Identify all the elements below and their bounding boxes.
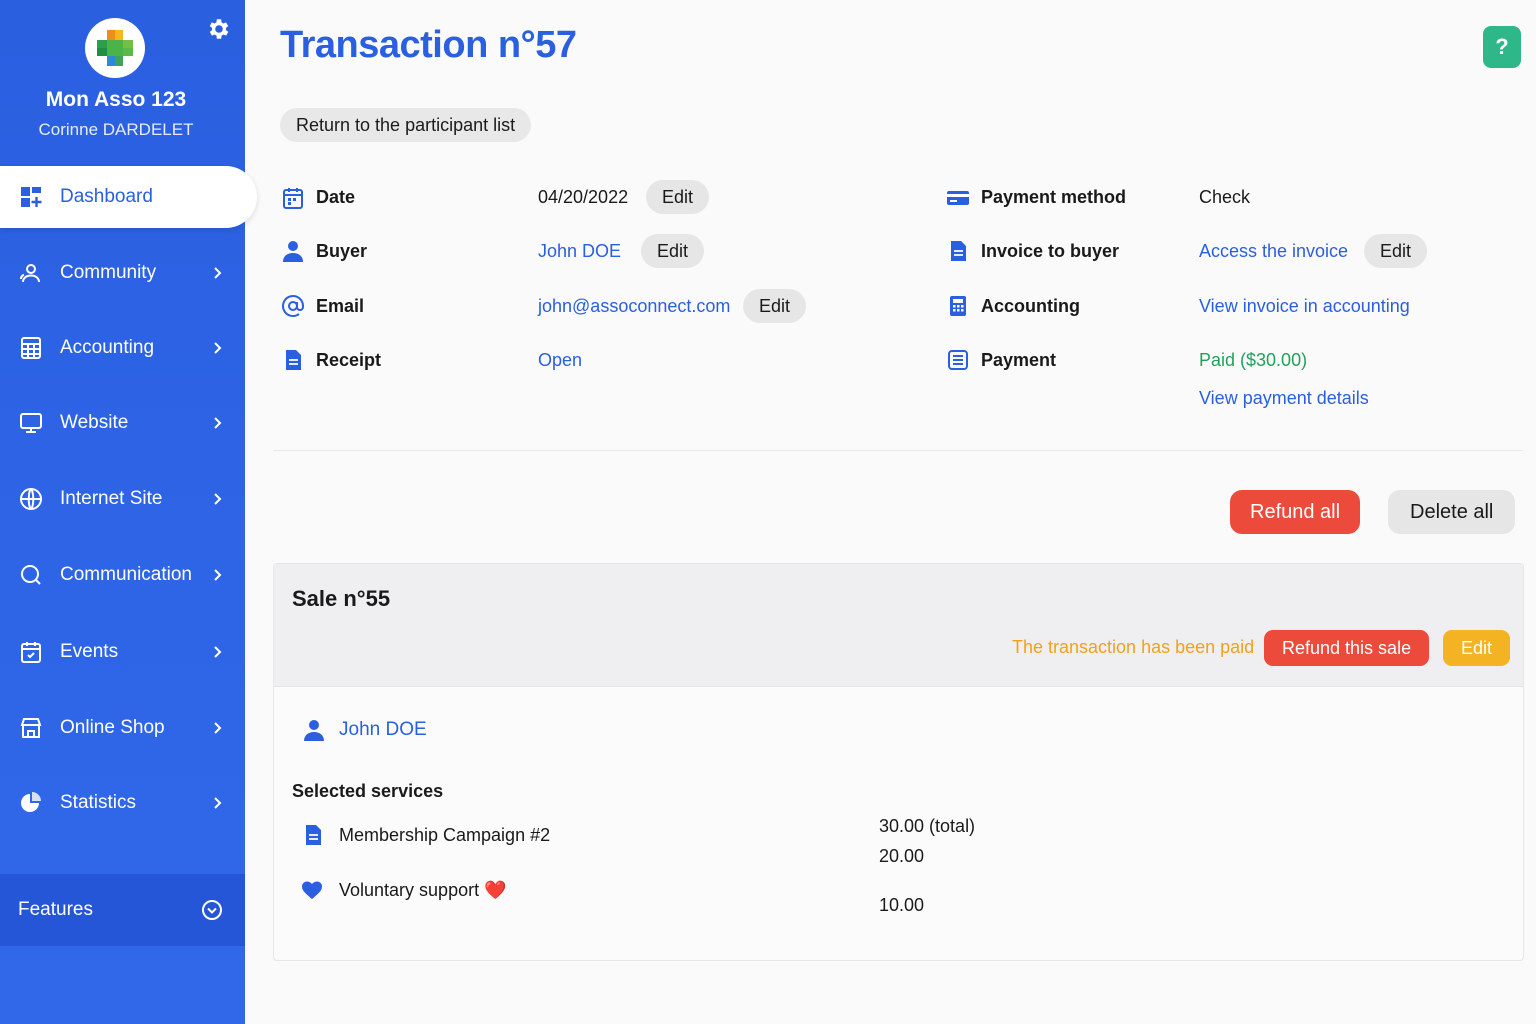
shop-icon	[18, 715, 44, 741]
service-amount: 20.00	[879, 846, 925, 866]
sidebar-item-internet-site[interactable]: Internet Site	[0, 468, 245, 530]
edit-date-button[interactable]: Edit	[646, 180, 710, 214]
edit-email-button[interactable]: Edit	[743, 289, 807, 323]
edit-buyer-button[interactable]: Edit	[641, 234, 705, 268]
dashboard-icon	[18, 184, 44, 210]
delete-all-button[interactable]: Delete all	[1388, 490, 1516, 534]
sidebar-item-label: Website	[60, 412, 129, 433]
user-name: Corinne DARDELET	[38, 120, 194, 139]
paid-status-note: The transaction has been paid	[1012, 637, 1255, 657]
edit-invoice-button[interactable]: Edit	[1364, 234, 1428, 268]
sidebar-item-community[interactable]: Community	[0, 242, 245, 304]
invoice-icon	[951, 241, 966, 261]
chevron-down-circle-icon	[202, 900, 222, 920]
logo-icon	[97, 30, 133, 66]
page-title: Transaction n°57	[280, 24, 577, 66]
email-link[interactable]: john@assoconnect.com	[538, 296, 730, 317]
calendar-icon	[283, 188, 303, 209]
sidebar-item-label: Community	[60, 262, 157, 283]
document-icon	[306, 825, 321, 845]
sale-card: Sale n°55 The transaction has been paid …	[273, 563, 1524, 961]
chevron-right-icon	[214, 797, 222, 809]
back-to-participants-button[interactable]: Return to the participant list	[280, 108, 532, 142]
chevron-right-icon	[214, 342, 222, 354]
main-content: Transaction n°57 ? Return to the partici…	[245, 0, 1536, 1024]
pie-chart-icon	[18, 790, 44, 816]
payment-label: Payment	[981, 350, 1057, 370]
sidebar-item-label: Communication	[60, 564, 192, 585]
chat-icon	[18, 562, 44, 588]
calculator-icon	[950, 296, 966, 316]
at-sign-icon	[282, 295, 304, 317]
accounting-label: Accounting	[981, 296, 1080, 316]
sidebar-item-label: Statistics	[60, 792, 137, 813]
sidebar-item-label: Internet Site	[60, 488, 163, 509]
sidebar-item-communication[interactable]: Communication	[0, 544, 245, 606]
sidebar-item-accounting[interactable]: Accounting	[0, 317, 245, 379]
edit-sale-button[interactable]: Edit	[1443, 630, 1511, 666]
features-toggle[interactable]: Features	[0, 874, 245, 946]
sidebar-item-label: Dashboard	[60, 186, 153, 207]
sidebar-item-events[interactable]: Events	[0, 621, 245, 683]
refund-sale-button[interactable]: Refund this sale	[1264, 630, 1430, 666]
services-title: Selected services	[292, 781, 444, 801]
sale-header: Sale n°55 The transaction has been paid …	[274, 564, 1523, 687]
gear-icon[interactable]	[206, 16, 232, 42]
email-label: Email	[316, 296, 365, 316]
chevron-right-icon	[214, 646, 222, 658]
service-total: 30.00 (total)	[879, 816, 976, 836]
service-amount: 10.00	[879, 895, 925, 915]
sidebar-item-dashboard[interactable]: Dashboard	[0, 166, 257, 228]
monitor-icon	[18, 410, 44, 436]
view-invoice-accounting-link[interactable]: View invoice in accounting	[1199, 296, 1410, 317]
payment-method-label: Payment method	[981, 187, 1127, 207]
receipt-open-link[interactable]: Open	[538, 350, 582, 371]
heart-icon	[301, 881, 323, 899]
features-label: Features	[18, 899, 93, 920]
sidebar-item-website[interactable]: Website	[0, 392, 245, 454]
sidebar: Mon Asso 123 Corinne DARDELET Dashboard …	[0, 0, 257, 1024]
view-payment-details-link[interactable]: View payment details	[1199, 388, 1369, 409]
sidebar-item-label: Accounting	[60, 337, 155, 358]
sidebar-item-label: Online Shop	[60, 717, 165, 738]
org-name: Mon Asso 123	[45, 88, 187, 111]
calendar-icon	[18, 639, 44, 665]
access-invoice-link[interactable]: Access the invoice	[1199, 241, 1348, 262]
calculator-icon	[18, 335, 44, 361]
help-button[interactable]: ?	[1483, 26, 1521, 68]
chevron-right-icon	[214, 569, 222, 581]
sale-title: Sale n°55	[292, 586, 391, 611]
chevron-right-icon	[214, 267, 222, 279]
buyer-link[interactable]: John DOE	[538, 241, 621, 262]
sidebar-item-online-shop[interactable]: Online Shop	[0, 697, 245, 759]
credit-card-icon	[947, 191, 969, 205]
service-name: Voluntary support ❤️	[339, 880, 507, 900]
sidebar-item-label: Events	[60, 641, 119, 662]
sidebar-item-statistics[interactable]: Statistics	[0, 772, 245, 834]
divider	[273, 450, 1523, 451]
community-icon	[18, 260, 44, 286]
chevron-right-icon	[214, 493, 222, 505]
sale-buyer-link[interactable]: John DOE	[339, 719, 427, 741]
payment-status: Paid ($30.00)	[1199, 350, 1308, 370]
date-label: Date	[316, 187, 356, 207]
globe-icon	[18, 486, 44, 512]
user-icon	[304, 720, 324, 741]
payment-list-icon	[948, 350, 968, 370]
refund-all-button[interactable]: Refund all	[1230, 490, 1361, 534]
chevron-right-icon	[214, 722, 222, 734]
buyer-label: Buyer	[316, 241, 368, 261]
payment-method-value: Check	[1199, 187, 1251, 207]
service-name: Membership Campaign #2	[339, 825, 551, 845]
receipt-label: Receipt	[316, 350, 382, 370]
user-icon	[283, 241, 303, 262]
chevron-right-icon	[214, 417, 222, 429]
org-logo[interactable]	[85, 18, 145, 78]
document-icon	[286, 350, 301, 370]
invoice-label: Invoice to buyer	[981, 241, 1120, 261]
date-value: 04/20/2022	[538, 187, 629, 207]
